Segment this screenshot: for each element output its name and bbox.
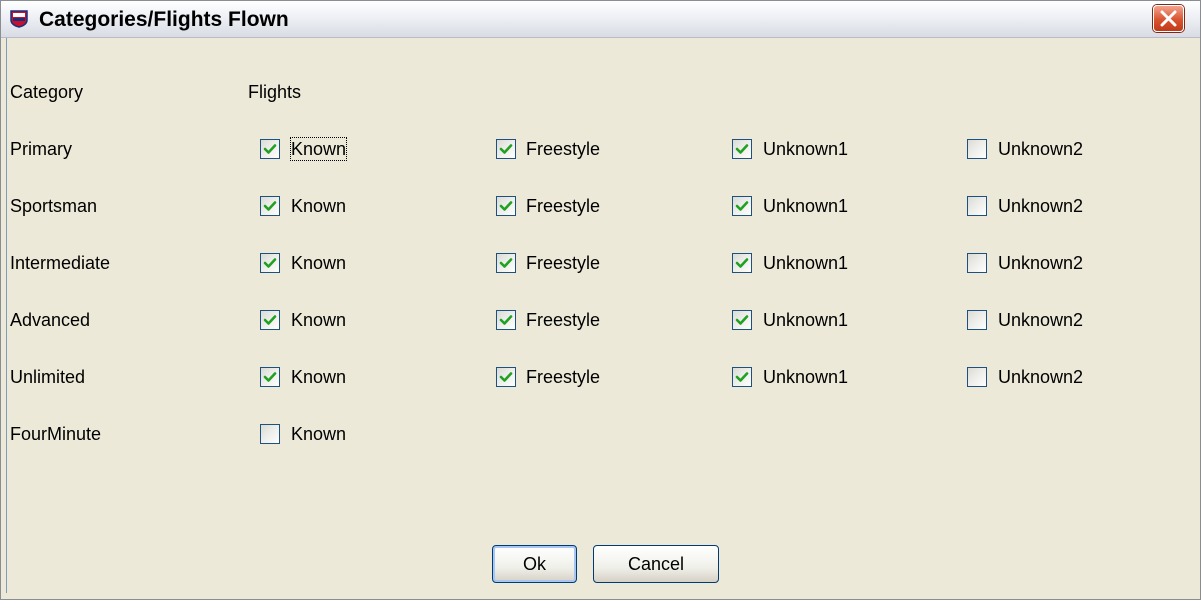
flight-checkbox-label[interactable]: Unknown2 <box>998 195 1083 217</box>
flight-checkbox[interactable] <box>260 424 280 444</box>
ok-button[interactable]: Ok <box>492 545 577 583</box>
check-mark-icon <box>735 372 749 382</box>
flight-checkbox-label[interactable]: Freestyle <box>526 366 600 388</box>
flight-checkbox[interactable] <box>260 253 280 273</box>
flight-checkbox-label[interactable]: Unknown1 <box>763 138 848 160</box>
flight-checkbox[interactable] <box>260 139 280 159</box>
category-label: FourMinute <box>10 424 102 444</box>
flight-checkbox-label[interactable]: Unknown1 <box>763 366 848 388</box>
flight-checkbox-label[interactable]: Freestyle <box>526 195 600 217</box>
check-mark-icon <box>263 372 277 382</box>
check-mark-icon <box>499 315 513 325</box>
window-title: Categories/Flights Flown <box>39 8 289 31</box>
flight-checkbox[interactable] <box>260 310 280 330</box>
flight-checkbox-label[interactable]: Unknown1 <box>763 309 848 331</box>
check-mark-icon <box>263 144 277 154</box>
flight-checkbox[interactable] <box>732 139 752 159</box>
flight-checkbox-label[interactable]: Unknown1 <box>763 252 848 274</box>
flight-checkbox-label[interactable]: Freestyle <box>526 252 600 274</box>
check-mark-icon <box>735 201 749 211</box>
flight-checkbox[interactable] <box>967 367 987 387</box>
flight-checkbox-label[interactable]: Known <box>291 309 346 331</box>
flight-checkbox-label[interactable]: Unknown2 <box>998 366 1083 388</box>
check-mark-icon <box>499 144 513 154</box>
category-label: Intermediate <box>10 253 111 273</box>
flights-column-header: Flights <box>248 82 302 102</box>
flight-checkbox-label[interactable]: Known <box>291 252 346 274</box>
flight-checkbox[interactable] <box>496 139 516 159</box>
flight-checkbox[interactable] <box>496 367 516 387</box>
category-column-header: Category <box>10 82 84 102</box>
check-mark-icon <box>499 258 513 268</box>
check-mark-icon <box>735 315 749 325</box>
flight-checkbox[interactable] <box>732 310 752 330</box>
flight-checkbox[interactable] <box>967 310 987 330</box>
check-mark-icon <box>499 372 513 382</box>
check-mark-icon <box>263 201 277 211</box>
flight-checkbox[interactable] <box>260 367 280 387</box>
flight-checkbox[interactable] <box>260 196 280 216</box>
flight-checkbox[interactable] <box>967 139 987 159</box>
flight-checkbox[interactable] <box>967 196 987 216</box>
category-label: Advanced <box>10 310 91 330</box>
flight-checkbox-label[interactable]: Unknown2 <box>998 252 1083 274</box>
flight-checkbox[interactable] <box>732 367 752 387</box>
flight-checkbox-label[interactable]: Known <box>291 195 346 217</box>
flight-checkbox[interactable] <box>732 196 752 216</box>
check-mark-icon <box>263 315 277 325</box>
flight-checkbox-label[interactable]: Unknown1 <box>763 195 848 217</box>
flight-checkbox-label[interactable]: Known <box>289 137 348 161</box>
app-logo-icon <box>10 10 28 28</box>
flight-checkbox-label[interactable]: Unknown2 <box>998 138 1083 160</box>
title-bar[interactable]: Categories/Flights Flown <box>1 1 1200 38</box>
flight-checkbox[interactable] <box>732 253 752 273</box>
flight-checkbox-label[interactable]: Freestyle <box>526 309 600 331</box>
flight-checkbox[interactable] <box>496 253 516 273</box>
close-icon <box>1160 10 1177 27</box>
category-label: Unlimited <box>10 367 86 387</box>
flight-checkbox[interactable] <box>496 310 516 330</box>
flight-checkbox-label[interactable]: Freestyle <box>526 138 600 160</box>
check-mark-icon <box>263 258 277 268</box>
flight-checkbox-label[interactable]: Known <box>291 423 346 445</box>
close-button[interactable] <box>1153 5 1184 32</box>
dialog-window: Categories/Flights Flown Category Flight… <box>0 0 1201 600</box>
check-mark-icon <box>735 258 749 268</box>
flight-checkbox-label[interactable]: Known <box>291 366 346 388</box>
category-label: Sportsman <box>10 196 98 216</box>
cancel-button[interactable]: Cancel <box>593 545 719 583</box>
category-label: Primary <box>10 139 72 159</box>
flight-checkbox[interactable] <box>496 196 516 216</box>
flight-checkbox-label[interactable]: Unknown2 <box>998 309 1083 331</box>
check-mark-icon <box>499 201 513 211</box>
check-mark-icon <box>735 144 749 154</box>
flight-checkbox[interactable] <box>967 253 987 273</box>
